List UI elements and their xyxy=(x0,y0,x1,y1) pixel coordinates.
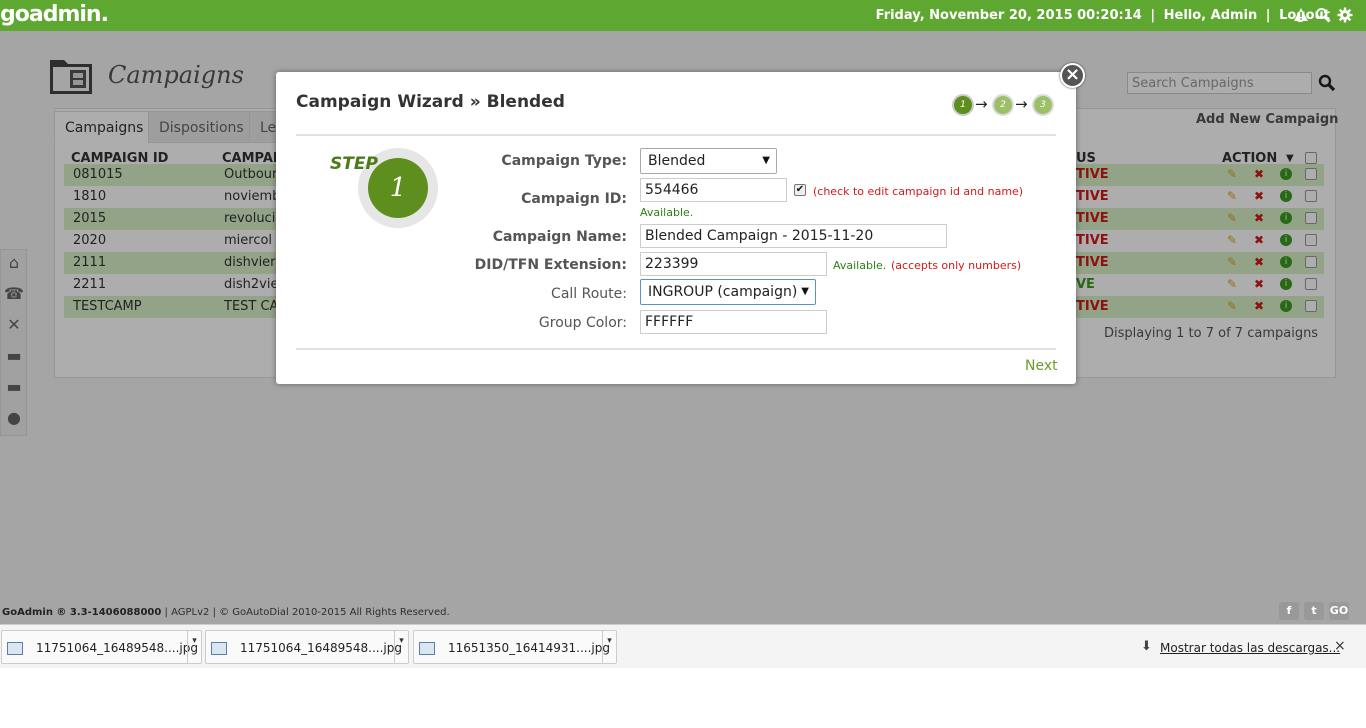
did-available: Available. xyxy=(833,259,887,272)
top-bar-info: Friday, November 20, 2015 00:20:14 | Hel… xyxy=(874,8,1332,23)
campaign-name-input[interactable]: Blended Campaign - 2015-11-20 xyxy=(640,224,947,248)
download-filename: 11651350_16414931....jpg xyxy=(448,641,610,655)
divider xyxy=(296,134,1056,136)
step-label: STEP xyxy=(330,154,378,174)
campaign-id-input[interactable]: 554466 xyxy=(640,178,787,202)
campaign-id-label: Campaign ID: xyxy=(521,191,627,207)
modal-title: Campaign Wizard » Blended xyxy=(296,92,565,112)
download-arrow-icon: ⬇ xyxy=(1141,639,1152,654)
warning-icon[interactable] xyxy=(1293,7,1309,23)
show-all-downloads-link[interactable]: Mostrar todas las descargas... xyxy=(1160,641,1340,655)
next-button[interactable]: Next xyxy=(1025,358,1058,374)
greeting: Hello, Admin xyxy=(1163,8,1258,23)
divider xyxy=(296,348,1056,350)
goautodial-icon[interactable]: GO xyxy=(1329,602,1349,620)
image-file-icon xyxy=(7,642,23,655)
chevron-down-icon[interactable]: ▾ xyxy=(602,631,616,663)
group-color-label: Group Color: xyxy=(538,315,627,331)
campaign-type-value: Blended xyxy=(648,153,706,169)
close-icon[interactable]: × xyxy=(1060,63,1085,88)
call-route-value: INGROUP (campaign) xyxy=(648,284,798,300)
download-item[interactable]: 11751064_16489548....jpg ▾ xyxy=(205,630,409,664)
downloads-bar: 11751064_16489548....jpg ▾ 11751064_1648… xyxy=(0,624,1366,668)
download-filename: 11751064_16489548....jpg xyxy=(240,641,402,655)
edit-campaign-id-checkbox[interactable]: ✔ xyxy=(794,184,806,196)
download-filename: 11751064_16489548....jpg xyxy=(36,641,198,655)
step-arrow-icon: → xyxy=(1015,95,1028,113)
did-extension-label: DID/TFN Extension: xyxy=(474,257,627,273)
close-icon[interactable]: × xyxy=(1334,638,1346,654)
dropdown-arrow-icon: ▼ xyxy=(801,286,809,297)
image-file-icon xyxy=(419,642,435,655)
download-item[interactable]: 11651350_16414931....jpg ▾ xyxy=(413,630,617,664)
wizard-step-1: 1 xyxy=(952,94,974,116)
call-route-select[interactable]: INGROUP (campaign) ▼ xyxy=(640,279,816,305)
call-route-label: Call Route: xyxy=(551,286,627,302)
goadmin-logo[interactable]: goadmin. xyxy=(0,2,109,27)
current-datetime: Friday, November 20, 2015 00:20:14 xyxy=(875,8,1142,23)
separator: | xyxy=(1265,8,1271,23)
chevron-down-icon[interactable]: ▾ xyxy=(394,631,408,663)
chevron-down-icon[interactable]: ▾ xyxy=(187,631,201,663)
did-extension-input[interactable]: 223399 xyxy=(640,252,827,276)
search-icon[interactable] xyxy=(1315,7,1331,23)
campaign-wizard-modal: Campaign Wizard » Blended 1 STEP Campaig… xyxy=(276,72,1076,384)
campaign-type-select[interactable]: Blended ▼ xyxy=(640,148,777,174)
image-file-icon xyxy=(211,642,227,655)
gear-icon[interactable] xyxy=(1337,7,1353,23)
separator: | xyxy=(1150,8,1156,23)
wizard-step-3: 3 xyxy=(1032,94,1054,116)
campaign-id-note: (check to edit campaign id and name) xyxy=(813,185,1024,198)
group-color-input[interactable]: FFFFFF xyxy=(640,310,827,334)
wizard-step-2: 2 xyxy=(992,94,1014,116)
campaign-id-available: Available. xyxy=(640,206,694,219)
step-arrow-icon: → xyxy=(975,95,988,113)
facebook-icon[interactable]: f xyxy=(1279,602,1299,620)
campaign-name-label: Campaign Name: xyxy=(492,229,627,245)
download-item[interactable]: 11751064_16489548....jpg ▾ xyxy=(1,630,202,664)
top-bar: goadmin. Friday, November 20, 2015 00:20… xyxy=(0,0,1366,31)
did-note: (accepts only numbers) xyxy=(891,259,1022,272)
campaign-type-label: Campaign Type: xyxy=(501,153,627,169)
dropdown-arrow-icon: ▼ xyxy=(762,155,770,166)
twitter-icon[interactable]: t xyxy=(1304,602,1324,620)
